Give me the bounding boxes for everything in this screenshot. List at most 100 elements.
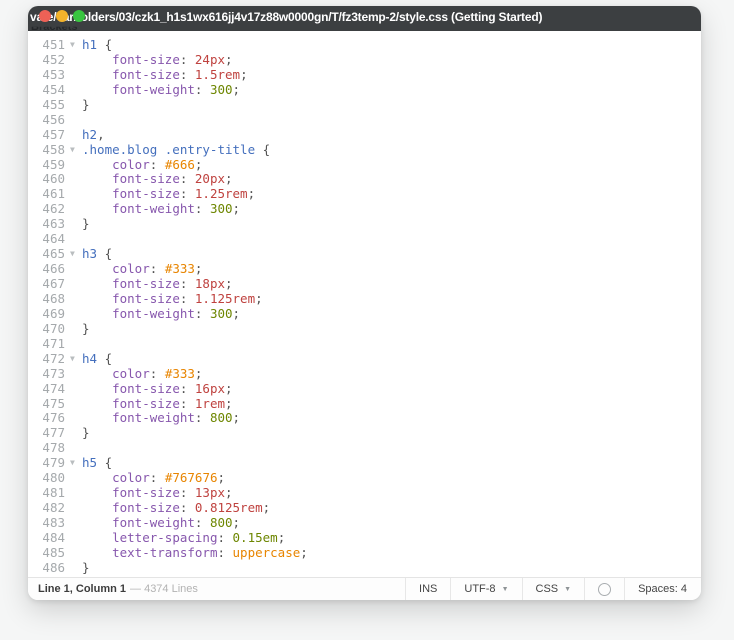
fold-arrow-icon[interactable]: ▼ [70, 247, 75, 262]
code-line[interactable]: 478 [28, 440, 701, 456]
code-line[interactable]: 463} [28, 216, 701, 232]
code-token: h4 [82, 350, 98, 366]
encoding-dropdown[interactable]: UTF-8 ▼ [450, 578, 521, 600]
code-token: 18px [194, 276, 226, 291]
code-token: : [179, 171, 195, 187]
code-line[interactable]: 465 ▼ h3 { [28, 246, 701, 262]
code-token: h1 [82, 37, 98, 52]
code-line[interactable]: 486} [28, 559, 701, 576]
code-line[interactable]: 485 text-transform: uppercase; [28, 544, 701, 561]
code-line[interactable]: 476 font-weight: 800; [28, 410, 701, 426]
indent-label: Spaces: [638, 583, 681, 595]
line-number: 458 [42, 141, 65, 157]
encoding-label: UTF-8 [464, 583, 496, 595]
line-number: 485 [42, 544, 65, 560]
code-line[interactable]: 456 [28, 112, 701, 128]
code-line[interactable]: 457 h2, [28, 126, 701, 143]
code-token: font-weight [112, 305, 195, 321]
overwrite-toggle[interactable]: INS [405, 578, 450, 600]
fold-arrow-icon[interactable]: ▼ [70, 143, 75, 158]
code-line[interactable]: 454 font-weight: 300; [28, 81, 701, 98]
lint-status-indicator[interactable] [584, 578, 624, 600]
line-number: 462 [42, 201, 65, 217]
code-token: .home.blog .entry-title [82, 141, 256, 157]
code-token: ; [225, 171, 233, 187]
window-title: vate/var/folders/03/czk1_h1s1wx616jj4v17… [30, 10, 543, 24]
code-line[interactable]: 480 color: #767676; [28, 470, 701, 486]
code-line[interactable]: 452 font-size: 24px; [28, 51, 701, 68]
indent-settings[interactable]: Spaces: 4 [624, 578, 701, 600]
code-token: : [217, 544, 233, 560]
code-token: 300 [209, 81, 233, 97]
code-token: ; [240, 66, 248, 82]
fold-arrow-icon[interactable]: ▼ [70, 456, 75, 471]
code-line[interactable]: 464 [28, 231, 701, 247]
code-line[interactable]: 453 font-size: 1.5rem; [28, 66, 701, 83]
line-number: 452 [42, 51, 65, 67]
code-line[interactable]: 466 color: #333; [28, 261, 701, 277]
line-number: 475 [42, 395, 65, 411]
code-token: 16px [194, 380, 226, 396]
code-line[interactable]: 482 font-size: 0.8125rem; [28, 500, 701, 516]
code-line[interactable]: 461 font-size: 1.25rem; [28, 186, 701, 202]
code-line[interactable]: 467 font-size: 18px; [28, 276, 701, 292]
code-token: #333 [164, 261, 195, 277]
line-number: 473 [42, 365, 65, 381]
code-line[interactable]: 473 color: #333; [28, 365, 701, 382]
code-token: : [179, 66, 195, 82]
code-line[interactable]: 469 font-weight: 300; [28, 305, 701, 322]
line-number: 467 [42, 276, 65, 291]
code-token: ; [232, 81, 241, 97]
code-token: ; [232, 305, 241, 321]
code-line[interactable]: 451 ▼ h1 { [28, 37, 701, 53]
code-line[interactable]: 475 font-size: 1rem; [28, 395, 701, 412]
line-number: 466 [42, 261, 65, 277]
code-token: ; [225, 380, 233, 396]
code-line[interactable]: 458 ▼ .home.blog .entry-title { [28, 141, 701, 158]
code-token: h2 [82, 126, 98, 142]
line-number: 457 [42, 126, 65, 142]
title-bar[interactable]: vate/var/folders/03/czk1_h1s1wx616jj4v17… [28, 6, 701, 31]
code-line[interactable]: 484 letter-spacing: 0.15em; [28, 529, 701, 546]
code-line[interactable]: 481 font-size: 13px; [28, 485, 701, 501]
code-token: ; [277, 529, 286, 545]
lint-circle-icon [598, 582, 612, 596]
code-line[interactable]: 479 ▼ h5 { [28, 455, 701, 471]
code-token: color [112, 261, 150, 277]
line-number: 459 [42, 156, 65, 172]
code-line[interactable]: 474 font-size: 16px; [28, 380, 701, 397]
code-line[interactable]: 455} [28, 97, 701, 113]
code-token: 24px [194, 51, 226, 67]
line-number: 486 [42, 559, 65, 575]
code-editor[interactable]: 451 ▼ h1 {452 font-size: 24px; 453 font-siz… [28, 31, 701, 584]
code-line[interactable]: 468 font-size: 1.125rem; [28, 291, 701, 307]
minimize-button[interactable] [56, 10, 68, 22]
code-token: font-weight [112, 410, 195, 426]
code-token: 800 [209, 515, 233, 530]
code-line[interactable]: 470} [28, 321, 701, 337]
zoom-button[interactable] [73, 10, 85, 22]
code-line[interactable]: 477} [28, 425, 701, 441]
fold-arrow-icon[interactable]: ▼ [70, 38, 75, 53]
fold-arrow-icon[interactable]: ▼ [70, 352, 75, 367]
code-line[interactable]: 471 [28, 336, 701, 352]
close-button[interactable] [39, 10, 51, 22]
code-line[interactable]: 483 font-weight: 800; [28, 515, 701, 531]
code-line[interactable]: 472 ▼ h4 { [28, 350, 701, 367]
code-token: 1.25rem [194, 186, 248, 202]
code-token: } [82, 216, 90, 232]
code-line[interactable]: 459 color: #666; [28, 156, 701, 173]
language-dropdown[interactable]: CSS ▼ [521, 578, 585, 600]
code-token: 0.8125rem [194, 500, 263, 516]
code-line[interactable]: 460 font-size: 20px; [28, 171, 701, 187]
code-line[interactable]: 462 font-weight: 300; [28, 201, 701, 217]
code-token: h3 [82, 246, 98, 262]
code-token: font-size [112, 66, 180, 82]
